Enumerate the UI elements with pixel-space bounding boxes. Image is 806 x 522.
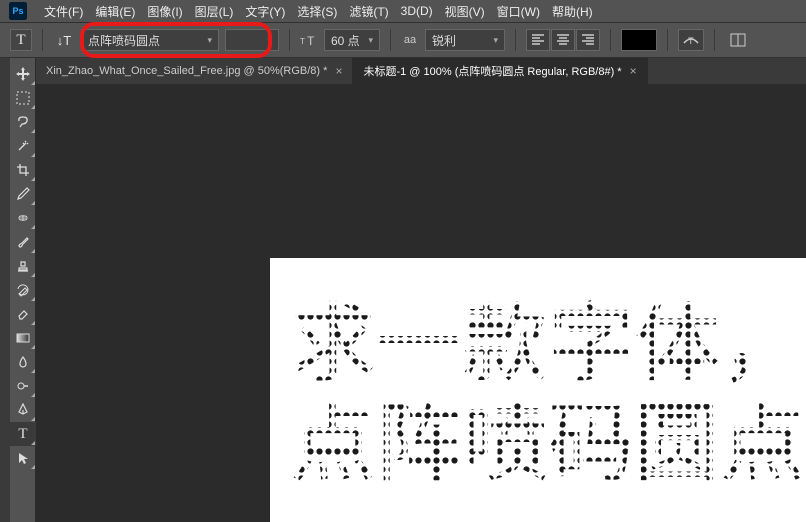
font-size-dropdown[interactable]: 60 点 ▾ <box>324 29 380 51</box>
gutter <box>0 58 10 522</box>
svg-text:T: T <box>300 37 305 46</box>
menu-window[interactable]: 窗口(W) <box>491 1 546 22</box>
text-orientation-button[interactable]: ↓T <box>53 29 75 51</box>
svg-text:T: T <box>688 36 694 46</box>
canvas-area[interactable]: 求一款字体， 点阵喷码圆点 <box>36 84 806 522</box>
menu-image[interactable]: 图像(I) <box>141 1 188 22</box>
pen-tool[interactable] <box>10 398 36 422</box>
font-size-icon: TT <box>300 33 318 47</box>
menu-layer[interactable]: 图层(L) <box>189 1 240 22</box>
menu-bar: Ps 文件(F) 编辑(E) 图像(I) 图层(L) 文字(Y) 选择(S) 滤… <box>0 0 806 22</box>
text-color-swatch[interactable] <box>621 29 657 51</box>
eyedropper-tool[interactable] <box>10 182 36 206</box>
dodge-tool[interactable] <box>10 374 36 398</box>
brush-tool[interactable] <box>10 230 36 254</box>
menu-type[interactable]: 文字(Y) <box>239 1 291 22</box>
align-left-button[interactable] <box>526 29 550 51</box>
history-brush-tool[interactable] <box>10 278 36 302</box>
chevron-down-icon: ▾ <box>493 35 498 46</box>
magic-wand-tool[interactable] <box>10 134 36 158</box>
tab-label: Xin_Zhao_What_Once_Sailed_Free.jpg @ 50%… <box>46 65 327 77</box>
chevron-down-icon: ▾ <box>267 35 272 46</box>
options-bar: T ↓T 点阵喷码圆点 ▾ ▾ TT 60 点 ▾ aa 锐利 ▾ T <box>0 22 806 58</box>
document-tab[interactable]: Xin_Zhao_What_Once_Sailed_Free.jpg @ 50%… <box>36 58 353 84</box>
align-right-button[interactable] <box>576 29 600 51</box>
menu-select[interactable]: 选择(S) <box>291 1 343 22</box>
antialias-dropdown[interactable]: 锐利 ▾ <box>425 29 505 51</box>
chevron-down-icon: ▾ <box>207 35 212 46</box>
text-align-group <box>526 29 600 51</box>
antialias-value: 锐利 <box>432 32 456 49</box>
menu-3d[interactable]: 3D(D) <box>395 2 439 20</box>
menu-edit[interactable]: 编辑(E) <box>89 1 141 22</box>
svg-text:Ps: Ps <box>12 6 23 16</box>
photoshop-logo: Ps <box>6 2 30 20</box>
close-icon[interactable]: × <box>335 64 342 78</box>
document-canvas[interactable]: 求一款字体， 点阵喷码圆点 <box>270 258 806 522</box>
font-size-value: 60 点 <box>331 32 360 49</box>
menu-help[interactable]: 帮助(H) <box>546 1 599 22</box>
gradient-tool[interactable] <box>10 326 36 350</box>
menu-file[interactable]: 文件(F) <box>38 1 89 22</box>
font-family-value: 点阵喷码圆点 <box>88 32 160 49</box>
document-tabs: Xin_Zhao_What_Once_Sailed_Free.jpg @ 50%… <box>36 58 806 84</box>
warp-text-button[interactable]: T <box>678 29 704 51</box>
current-tool-icon[interactable]: T <box>10 29 32 51</box>
menu-filter[interactable]: 滤镜(T) <box>343 1 394 22</box>
lasso-tool[interactable] <box>10 110 36 134</box>
eraser-tool[interactable] <box>10 302 36 326</box>
document-tab[interactable]: 未标题-1 @ 100% (点阵喷码圆点 Regular, RGB/8#) * … <box>353 58 647 84</box>
marquee-tool[interactable] <box>10 86 36 110</box>
path-selection-tool[interactable] <box>10 446 36 470</box>
stamp-tool[interactable] <box>10 254 36 278</box>
toolbox: T <box>10 58 36 522</box>
healing-tool[interactable] <box>10 206 36 230</box>
antialias-icon: aa <box>401 34 419 46</box>
chevron-down-icon: ▾ <box>368 35 373 46</box>
font-family-dropdown[interactable]: 点阵喷码圆点 ▾ <box>81 29 219 51</box>
close-icon[interactable]: × <box>630 64 637 78</box>
blur-tool[interactable] <box>10 350 36 374</box>
panels-button[interactable] <box>725 29 751 51</box>
align-center-button[interactable] <box>551 29 575 51</box>
svg-text:T: T <box>307 34 315 47</box>
font-style-dropdown[interactable]: ▾ <box>225 29 279 51</box>
crop-tool[interactable] <box>10 158 36 182</box>
type-tool[interactable]: T <box>10 422 36 446</box>
move-tool[interactable] <box>10 62 36 86</box>
tab-label: 未标题-1 @ 100% (点阵喷码圆点 Regular, RGB/8#) * <box>363 63 621 79</box>
menu-view[interactable]: 视图(V) <box>439 1 491 22</box>
